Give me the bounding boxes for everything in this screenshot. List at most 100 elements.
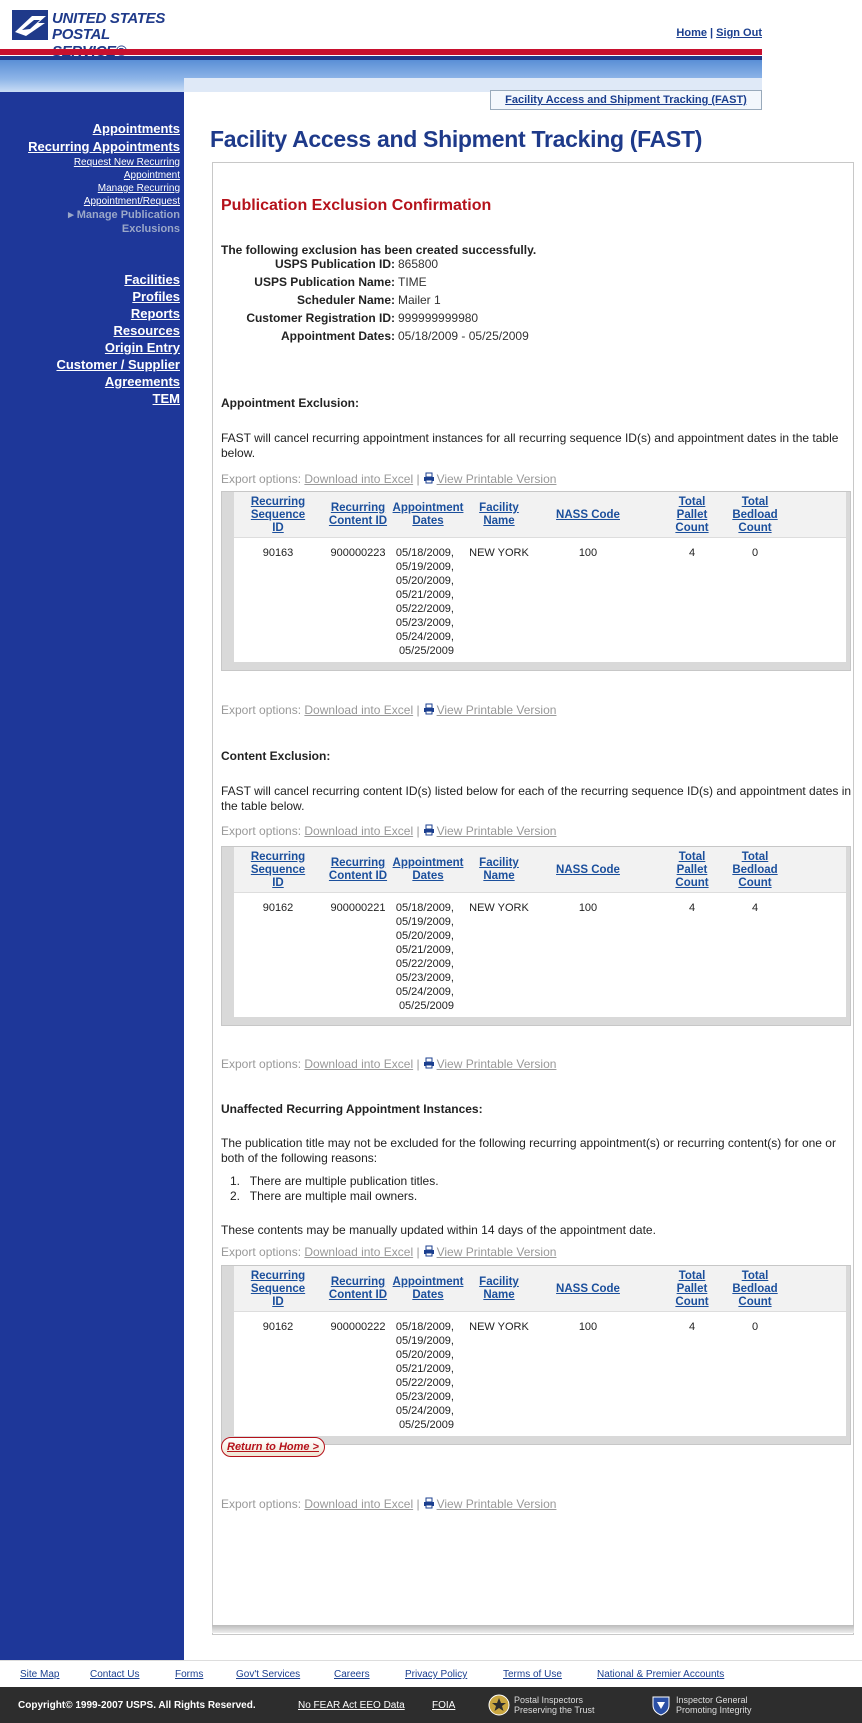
printer-icon[interactable] (423, 1497, 435, 1509)
footer-bottom: Copyright© 1999-2007 USPS. All Rights Re… (0, 1687, 862, 1723)
column-header[interactable]: NASS Code (556, 492, 620, 538)
column-header[interactable]: Facility Name (464, 492, 534, 538)
footer-link[interactable]: National & Premier Accounts (597, 1669, 724, 1680)
column-header[interactable]: Recurring Sequence ID (246, 1266, 310, 1312)
printable-version-link[interactable]: View Printable Version (437, 1497, 557, 1511)
printer-icon[interactable] (423, 472, 435, 484)
footer-link[interactable]: Contact Us (90, 1669, 139, 1680)
field-value: 865800 (398, 257, 439, 271)
printable-version-link[interactable]: View Printable Version (437, 1245, 557, 1259)
sidebar-item[interactable]: Resources (56, 322, 180, 339)
column-header-text: Recurring Content ID (329, 857, 387, 883)
column-header[interactable]: Facility Name (464, 1266, 534, 1312)
download-excel-link[interactable]: Download into Excel (304, 703, 413, 717)
column-header-line: Sequence (250, 508, 306, 521)
column-header[interactable]: Facility Name (464, 847, 534, 893)
seal2-line2: Promoting Integrity (676, 1705, 752, 1715)
usps-logo[interactable]: UNITED STATES POSTAL SERVICE® (12, 8, 182, 60)
sidebar-item[interactable]: Customer / Supplier (56, 356, 180, 373)
reason-number: 1. (230, 1174, 250, 1188)
appointment-date: 05/24/2009, (395, 1405, 454, 1417)
sidebar-item[interactable]: Request New Recurring (28, 156, 180, 169)
printable-version-link[interactable]: View Printable Version (437, 824, 557, 838)
printer-icon[interactable] (423, 824, 435, 836)
results-table-body: Recurring Sequence ID Recurring Content ID Ap… (234, 492, 846, 662)
sidebar-item[interactable]: Profiles (56, 288, 180, 305)
column-header[interactable]: Total Pallet Count (666, 1266, 718, 1312)
sidebar-item: Exclusions (121, 223, 180, 235)
app-tab-link[interactable]: Facility Access and Shipment Tracking (F… (491, 91, 761, 109)
field-row: Scheduler Name: Mailer 1 (221, 293, 821, 309)
sidebar-item[interactable]: Agreements (56, 373, 180, 390)
column-header-line: ID (272, 876, 284, 889)
download-excel-link[interactable]: Download into Excel (304, 1497, 413, 1511)
inspector-general-seal-icon (652, 1696, 670, 1716)
footer-link[interactable]: Careers (334, 1669, 370, 1680)
column-header[interactable]: Recurring Content ID (324, 847, 392, 893)
reason-text: There are multiple publication titles. (249, 1174, 439, 1188)
column-header-line: Content ID (328, 515, 388, 527)
column-header-line: Bedload (732, 508, 778, 521)
column-header[interactable]: NASS Code (556, 847, 620, 893)
column-header[interactable]: NASS Code (556, 1266, 620, 1312)
seal2-line1: Inspector General (676, 1695, 748, 1705)
sign-out-link[interactable]: Sign Out (716, 27, 762, 39)
download-excel-link[interactable]: Download into Excel (304, 824, 413, 838)
column-header[interactable]: Recurring Sequence ID (246, 847, 310, 893)
printer-icon[interactable] (423, 1245, 435, 1257)
sidebar-item[interactable]: Facilities (56, 271, 180, 288)
printer-icon[interactable] (423, 703, 435, 715)
printable-version-link[interactable]: View Printable Version (437, 703, 557, 717)
column-header[interactable]: Total Pallet Count (666, 847, 718, 893)
foia-link[interactable]: FOIA (432, 1700, 455, 1711)
app-tab[interactable]: Facility Access and Shipment Tracking (F… (490, 90, 762, 110)
field-value: 05/18/2009 - 05/25/2009 (398, 329, 529, 343)
column-header[interactable]: Recurring Sequence ID (246, 492, 310, 538)
footer-link[interactable]: Terms of Use (503, 1669, 562, 1680)
column-header-text: Appointment Dates (393, 857, 464, 883)
sidebar-item[interactable]: Manage Recurring (28, 182, 180, 195)
column-header-line: Content ID (328, 870, 388, 882)
return-to-home-button[interactable]: Return to Home > (221, 1437, 325, 1457)
field-value: TIME (398, 275, 427, 289)
no-fear-act-link[interactable]: No FEAR Act EEO Data (298, 1700, 405, 1711)
download-excel-link[interactable]: Download into Excel (304, 1057, 413, 1071)
column-header[interactable]: Total Bedload Count (724, 1266, 786, 1312)
printable-version-link[interactable]: View Printable Version (437, 472, 557, 486)
sidebar-item[interactable]: Appointments (28, 120, 180, 138)
download-excel-link[interactable]: Download into Excel (304, 472, 413, 486)
column-header[interactable]: Appointment Dates (392, 492, 464, 538)
column-header[interactable]: Recurring Content ID (324, 492, 392, 538)
section-description: FAST will cancel recurring content ID(s)… (221, 784, 852, 813)
column-header-line: ID (272, 1295, 284, 1308)
field-value: Mailer 1 (398, 293, 441, 307)
column-header-line: Content ID (328, 1289, 388, 1301)
column-header[interactable]: Total Bedload Count (724, 847, 786, 893)
footer-link[interactable]: Site Map (20, 1669, 59, 1680)
content-panel-shadow (212, 1625, 854, 1633)
appointment-date: 05/22/2009, (395, 1377, 454, 1389)
column-header[interactable]: Total Pallet Count (666, 492, 718, 538)
sidebar-item[interactable]: Reports (56, 305, 180, 322)
download-excel-link[interactable]: Download into Excel (304, 1245, 413, 1259)
column-header[interactable]: Appointment Dates (392, 847, 464, 893)
sidebar-item[interactable]: Recurring Appointments (28, 138, 180, 156)
home-link[interactable]: Home (676, 27, 707, 39)
printer-icon[interactable] (423, 1057, 435, 1069)
printable-version-link[interactable]: View Printable Version (437, 1057, 557, 1071)
column-header[interactable]: Total Bedload Count (724, 492, 786, 538)
sidebar-item[interactable]: Appointment (28, 169, 180, 182)
sidebar-item[interactable]: Appointment/Request (28, 195, 180, 208)
column-header[interactable]: Appointment Dates (392, 1266, 464, 1312)
column-header-line: Total Pallet (676, 850, 708, 876)
footer-link[interactable]: Gov't Services (236, 1669, 300, 1680)
table-cell-pallet: 4 (688, 547, 696, 559)
footer-link[interactable]: Forms (175, 1669, 203, 1680)
column-header-text: NASS Code (556, 509, 620, 522)
footer-link[interactable]: Privacy Policy (405, 1669, 467, 1680)
field-label: USPS Publication ID: (274, 257, 395, 271)
sidebar-item[interactable]: Origin Entry (56, 339, 180, 356)
column-header-text: Recurring Sequence ID (251, 1270, 305, 1309)
sidebar-item[interactable]: TEM (56, 390, 180, 407)
column-header[interactable]: Recurring Content ID (324, 1266, 392, 1312)
